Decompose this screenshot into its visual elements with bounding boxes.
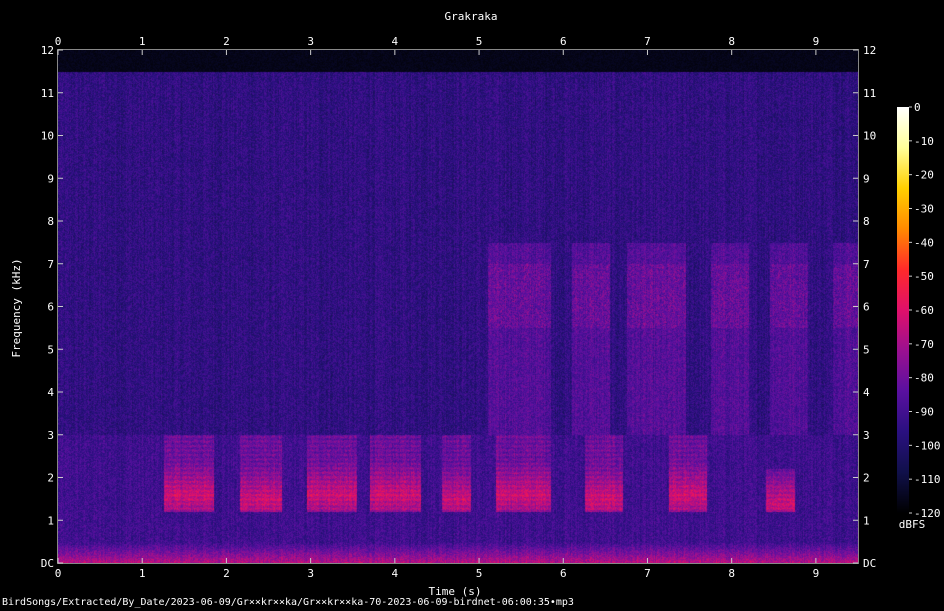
x-tick-label-top: 4	[392, 35, 399, 48]
x-tick-label: 1	[139, 567, 146, 580]
chart-title: Grakraka	[445, 10, 498, 23]
x-tick-label: 0	[55, 567, 62, 580]
colorbar-scale	[897, 107, 909, 513]
y-tick-label: 11	[41, 87, 54, 100]
y-tick-label: 2	[47, 472, 54, 485]
y-tick-label-right: 7	[863, 258, 870, 271]
x-tick-label-top: 0	[55, 35, 62, 48]
colorbar-tick-label: -20	[914, 169, 934, 182]
y-tick-label-right: 1	[863, 514, 870, 527]
spectrogram-figure: Grakraka 00112233445566778899 DC DC1 12 23 3…	[10, 10, 941, 598]
x-tick-label-top: 8	[728, 35, 735, 48]
y-axis-label: Frequency (kHz)	[10, 258, 23, 357]
y-tick-label: 4	[47, 386, 54, 399]
y-tick-label: 12	[41, 44, 54, 57]
x-tick-label-top: 1	[139, 35, 146, 48]
colorbar: 0-10-20-30-40-50-60-70-80-90-100-110-120…	[897, 101, 941, 531]
y-tick-label-right: 2	[863, 472, 870, 485]
y-tick-label: 7	[47, 258, 54, 271]
colorbar-tick-label: -80	[914, 372, 934, 385]
x-tick-label: 6	[560, 567, 567, 580]
y-tick-label-right: 12	[863, 44, 876, 57]
colorbar-tick-label: -60	[914, 304, 934, 317]
colorbar-label: dBFS	[899, 518, 926, 531]
spectrogram-heatmap	[58, 50, 858, 563]
colorbar-ticks: 0-10-20-30-40-50-60-70-80-90-100-110-120	[909, 101, 941, 520]
colorbar-tick-label: -110	[914, 473, 941, 486]
colorbar-tick-label: -40	[914, 236, 934, 249]
y-tick-label: 9	[47, 172, 54, 185]
y-tick-label: 1	[47, 514, 54, 527]
x-tick-label-top: 6	[560, 35, 567, 48]
plot-area	[57, 49, 859, 564]
colorbar-tick-label: 0	[914, 101, 921, 114]
y-tick-label: 8	[47, 215, 54, 228]
y-tick-label-right: 6	[863, 301, 870, 314]
x-tick-label-top: 3	[307, 35, 314, 48]
x-tick-label: 2	[223, 567, 230, 580]
y-tick-label-right: 10	[863, 130, 876, 143]
y-tick-label-right: 5	[863, 343, 870, 356]
colorbar-tick-label: -30	[914, 203, 934, 216]
x-tick-label: 3	[307, 567, 314, 580]
y-tick-label: 10	[41, 130, 54, 143]
y-tick-label: 5	[47, 343, 54, 356]
file-path: BirdSongs/Extracted/By_Date/2023-06-09/G…	[2, 597, 574, 608]
colorbar-tick-label: -90	[914, 406, 934, 419]
y-tick-label: 6	[47, 301, 54, 314]
y-tick-label-right: DC	[863, 557, 876, 570]
y-tick-label-right: 8	[863, 215, 870, 228]
colorbar-tick-label: -10	[914, 135, 934, 148]
x-tick-label: 8	[728, 567, 735, 580]
x-tick-label: 9	[813, 567, 820, 580]
x-tick-label: 7	[644, 567, 651, 580]
colorbar-tick-label: -50	[914, 270, 934, 283]
y-tick-label: DC	[41, 557, 54, 570]
x-tick-label-top: 7	[644, 35, 651, 48]
y-tick-label: 3	[47, 429, 54, 442]
y-tick-label-right: 4	[863, 386, 870, 399]
y-tick-label-right: 3	[863, 429, 870, 442]
x-tick-label: 4	[392, 567, 399, 580]
y-tick-label-right: 9	[863, 172, 870, 185]
y-tick-label-right: 11	[863, 87, 876, 100]
x-tick-label: 5	[476, 567, 483, 580]
colorbar-tick-label: -100	[914, 439, 941, 452]
colorbar-tick-label: -70	[914, 338, 934, 351]
x-tick-label-top: 5	[476, 35, 483, 48]
x-tick-label-top: 9	[813, 35, 820, 48]
x-tick-label-top: 2	[223, 35, 230, 48]
